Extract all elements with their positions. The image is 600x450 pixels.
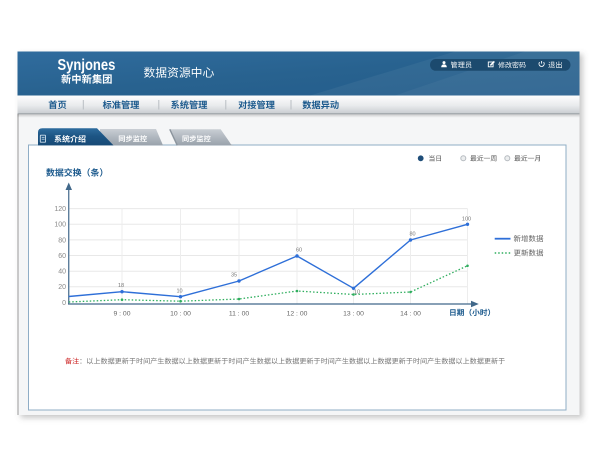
svg-text:60: 60 xyxy=(58,253,66,260)
svg-text:12 : 00: 12 : 00 xyxy=(287,311,308,318)
svg-text:0: 0 xyxy=(62,300,66,307)
svg-text:9 : 00: 9 : 00 xyxy=(113,311,130,318)
svg-text:10: 10 xyxy=(176,288,182,294)
svg-text:Synjones: Synjones xyxy=(58,57,116,74)
svg-text:100: 100 xyxy=(462,216,471,222)
svg-text:120: 120 xyxy=(54,206,66,213)
svg-text:80: 80 xyxy=(58,237,66,244)
svg-text:60: 60 xyxy=(296,248,302,254)
svg-text:13 : 00: 13 : 00 xyxy=(343,311,364,318)
svg-text:80: 80 xyxy=(409,232,415,238)
svg-text:11 : 00: 11 : 00 xyxy=(229,311,250,318)
svg-text:18: 18 xyxy=(118,283,124,289)
svg-text:14 : 00: 14 : 00 xyxy=(400,311,421,318)
svg-text:10: 10 xyxy=(354,290,360,296)
svg-text:40: 40 xyxy=(58,269,66,276)
svg-text:35: 35 xyxy=(231,273,237,279)
svg-text:10 : 00: 10 : 00 xyxy=(170,311,191,318)
svg-text:20: 20 xyxy=(58,284,66,291)
svg-text:100: 100 xyxy=(54,222,66,229)
